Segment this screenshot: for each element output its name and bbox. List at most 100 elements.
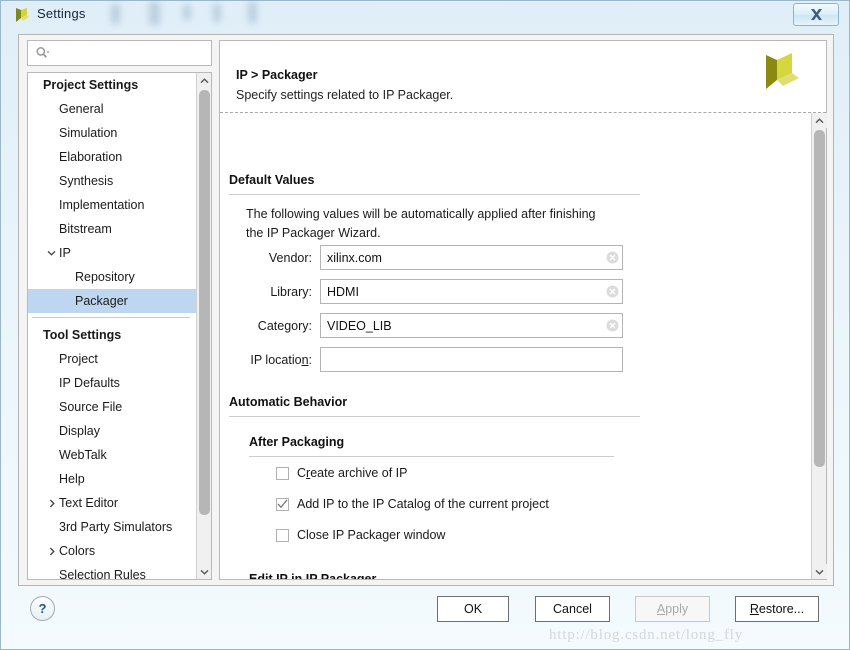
sidebar-item-elaboration[interactable]: Elaboration (28, 145, 196, 169)
library-clear-button[interactable] (603, 280, 622, 303)
sidebar-item-general[interactable]: General (28, 97, 196, 121)
add-ip-to-catalog-checkbox[interactable] (276, 497, 289, 511)
chevron-right-icon (49, 499, 55, 507)
category-input[interactable] (321, 314, 603, 337)
sidebar-item-implementation[interactable]: Implementation (28, 193, 196, 217)
sidebar-item-selection-rules[interactable]: Selection Rules (28, 563, 196, 579)
library-field[interactable] (320, 279, 623, 304)
label-post: eate archive of IP (310, 466, 408, 480)
restore-button[interactable]: Restore... (735, 596, 819, 622)
cancel-button[interactable]: Cancel (535, 596, 610, 622)
sidebar-item-ip[interactable]: IP (28, 241, 196, 265)
panel-scroll-up-button[interactable] (812, 113, 827, 128)
sidebar-item-label: Selection Rules (59, 568, 146, 579)
sidebar-scroll-thumb[interactable] (199, 90, 210, 515)
ip-location-field[interactable] (320, 347, 623, 372)
ok-button[interactable]: OK (437, 596, 509, 622)
sidebar-item-simulation[interactable]: Simulation (28, 121, 196, 145)
sidebar-item-webtalk[interactable]: WebTalk (28, 443, 196, 467)
chevron-up-icon (200, 77, 209, 83)
vendor-field[interactable] (320, 245, 623, 270)
chevron-down-icon (815, 569, 824, 575)
sidebar-item-label: Implementation (59, 198, 145, 212)
label-mnemonic: g (423, 497, 431, 511)
tree-twisty[interactable] (44, 241, 59, 265)
panel-scrollbar[interactable] (811, 113, 827, 579)
vendor-label-text: Vendor: (268, 251, 312, 265)
category-clear-button[interactable] (603, 314, 622, 337)
label-pre: Add IP to the IP Catalo (297, 497, 424, 511)
checkmark-icon (277, 499, 288, 509)
sidebar-item-colors[interactable]: Colors (28, 539, 196, 563)
sidebar-item-3rd-party-simulators[interactable]: 3rd Party Simulators (28, 515, 196, 539)
button-label: OK (463, 602, 483, 616)
chevron-up-icon (815, 117, 824, 123)
close-button[interactable] (793, 3, 839, 26)
ip-location-mnemonic: n (301, 353, 309, 367)
panel-scroll-thumb[interactable] (814, 130, 825, 467)
search-box[interactable] (27, 40, 212, 66)
close-ip-packager-checkbox[interactable] (276, 528, 289, 542)
titlebar-blur-artifact (213, 4, 221, 22)
titlebar-blur-artifact (183, 5, 191, 20)
sidebar-item-project[interactable]: Project (28, 347, 196, 371)
category-field[interactable] (320, 313, 623, 338)
window-title: Settings (37, 6, 86, 21)
search-input[interactable] (50, 45, 211, 61)
chevron-down-icon (47, 250, 56, 256)
sidebar-scroll-down-button[interactable] (197, 564, 211, 579)
tree-twisty (44, 419, 59, 443)
subsection-heading-edit-ip-in-ip-packager: Edit IP in IP Packager (249, 572, 377, 579)
sidebar-item-text-editor[interactable]: Text Editor (28, 491, 196, 515)
sidebar-item-packager[interactable]: Packager (28, 289, 196, 313)
settings-sidebar: Project Settings General Simulation Elabora… (27, 40, 212, 580)
help-button[interactable]: ? (30, 596, 55, 621)
sidebar-item-label: General (59, 102, 104, 116)
xilinx-logo (766, 53, 799, 89)
tree-group-project-settings: Project Settings (28, 73, 196, 97)
sidebar-item-label: Synthesis (59, 174, 114, 188)
tree-twisty (44, 97, 59, 121)
sidebar-item-label: Elaboration (59, 150, 123, 164)
vendor-clear-button[interactable] (603, 246, 622, 269)
sidebar-item-source-file[interactable]: Source File (28, 395, 196, 419)
xilinx-vivado-icon (16, 8, 29, 22)
tree-twisty[interactable] (44, 539, 59, 563)
checkbox-row-create-archive[interactable]: Create archive of IP (276, 466, 407, 480)
default-values-description-line2: the IP Packager Wizard. (246, 226, 381, 240)
dialog-footer: ? OK Cancel Apply Restore... http://blog.cs… (1, 587, 849, 649)
category-label-text: Category: (257, 319, 312, 333)
library-input[interactable] (321, 280, 603, 303)
page-title: IP > Packager (236, 68, 318, 82)
tree-twisty (44, 169, 59, 193)
settings-tree-panel: Project Settings General Simulation Elabora… (27, 72, 212, 580)
sidebar-scroll-up-button[interactable] (197, 73, 211, 88)
tree-twisty (44, 217, 59, 241)
sidebar-item-label: Source File (59, 400, 123, 414)
panel-scroll-down-button[interactable] (812, 564, 827, 579)
sidebar-item-help[interactable]: Help (28, 467, 196, 491)
tree-twisty (44, 193, 59, 217)
sidebar-item-label: Colors (59, 544, 96, 558)
sidebar-item-display[interactable]: Display (28, 419, 196, 443)
sidebar-item-synthesis[interactable]: Synthesis (28, 169, 196, 193)
ip-location-input[interactable] (321, 348, 622, 371)
tree-twisty-placeholder (28, 323, 43, 347)
checkbox-row-add-ip-to-catalog[interactable]: Add IP to the IP Catalog of the current … (276, 497, 549, 511)
tree-twisty[interactable] (44, 491, 59, 515)
sidebar-scrollbar[interactable] (196, 73, 211, 579)
clear-circle-icon (606, 319, 619, 332)
sidebar-item-bitstream[interactable]: Bitstream (28, 217, 196, 241)
subsection-heading-after-packaging: After Packaging (249, 435, 345, 449)
label-pre: C (297, 466, 307, 480)
default-values-description-line1: The following values will be automatical… (246, 207, 596, 221)
tree-twisty (44, 443, 59, 467)
sidebar-item-repository[interactable]: Repository (28, 265, 196, 289)
sidebar-item-label: Repository (75, 270, 135, 284)
checkbox-row-close-ip-packager[interactable]: Close IP Packager window (276, 528, 445, 542)
create-archive-checkbox[interactable] (276, 466, 289, 480)
sidebar-item-ip-defaults[interactable]: IP Defaults (28, 371, 196, 395)
sidebar-item-label: WebTalk (59, 448, 107, 462)
vendor-input[interactable] (321, 246, 603, 269)
button-label: Restore... (749, 602, 805, 616)
